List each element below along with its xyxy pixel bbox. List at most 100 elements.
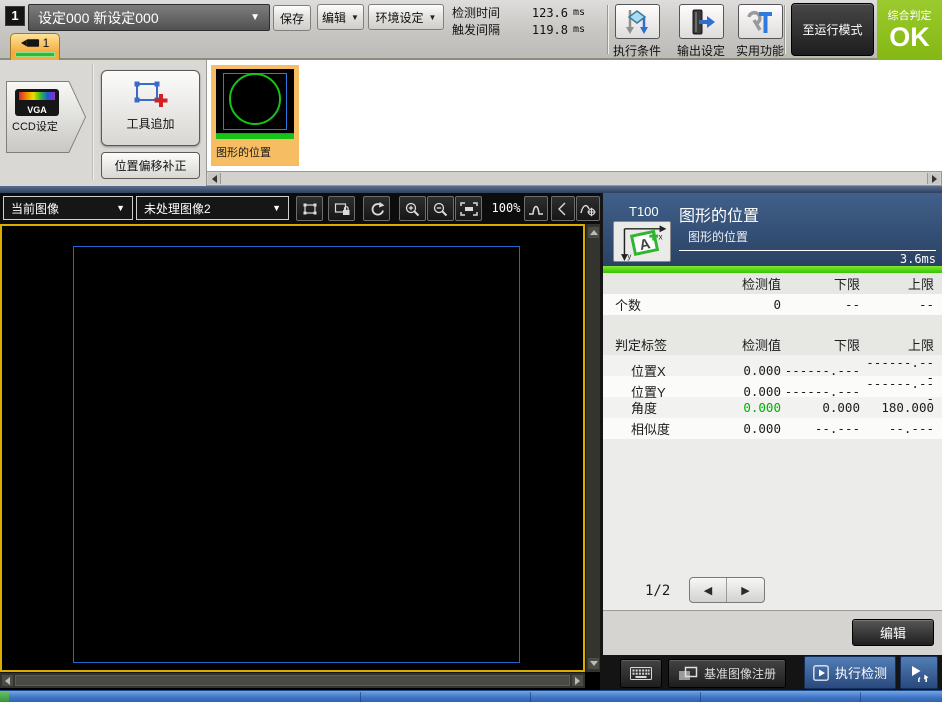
count-low: --: [781, 297, 860, 312]
utility-button[interactable]: 实用功能: [729, 4, 791, 59]
output-settings-label: 输出设定: [670, 42, 732, 59]
table-header-row: 检测值 下限 上限: [603, 273, 942, 294]
scroll-up-button[interactable]: [588, 227, 599, 238]
add-tool-button[interactable]: 工具追加: [101, 70, 200, 146]
horizontal-scrollbar[interactable]: [0, 672, 585, 688]
section-divider-bar: [0, 186, 942, 193]
profile-display-button[interactable]: [524, 196, 548, 221]
bottom-action-bar: 基准图像注册 执行检测: [600, 655, 942, 690]
scroll-down-button[interactable]: [588, 658, 599, 669]
row-high: 180.000: [860, 400, 934, 415]
trigger-interval-label: 触发间隔: [452, 21, 516, 38]
header-cell-high: 上限: [860, 335, 934, 354]
camera-icon: [21, 38, 40, 48]
vertical-scrollbar[interactable]: [585, 224, 600, 672]
right-arrow-icon: ▶: [741, 584, 749, 597]
zoom-in-icon: [404, 201, 422, 217]
judgement-header-row: 判定标签 检测值 下限 上限: [603, 334, 942, 355]
run-detection-button[interactable]: 执行检测: [804, 656, 896, 689]
camera-tab-1[interactable]: 1: [10, 33, 60, 60]
image-type-dropdown[interactable]: 未处理图像2 ▼: [136, 196, 289, 220]
row-value: 0.000: [695, 400, 781, 415]
table-row-similarity: 相似度 0.000 --.--- --.---: [603, 418, 942, 439]
image-source-dropdown[interactable]: 当前图像 ▼: [3, 196, 133, 220]
environment-menu-button[interactable]: 环境设定 ▼: [368, 4, 444, 30]
row-value: 0.000: [695, 384, 781, 399]
taskbar-green-corner: [0, 691, 9, 702]
header-cell-high: 上限: [860, 274, 934, 293]
row-value: 0.000: [695, 363, 781, 378]
output-device-icon: [686, 7, 716, 37]
scroll-left-button[interactable]: [208, 173, 221, 184]
exec-condition-label: 执行条件: [606, 42, 668, 59]
previous-page-button[interactable]: ◀: [690, 578, 727, 602]
exec-condition-button[interactable]: 执行条件: [606, 4, 668, 59]
utility-icon-box: [738, 4, 783, 39]
edit-tool-button[interactable]: 编辑: [852, 619, 934, 646]
software-keyboard-button[interactable]: [620, 659, 662, 688]
header-cell-label: 判定标签: [603, 335, 695, 354]
save-button[interactable]: 保存: [273, 5, 311, 31]
thumbnail-status-bar: [216, 134, 294, 139]
chevron-down-icon: ▼: [116, 203, 125, 213]
output-settings-button[interactable]: 输出设定: [670, 4, 732, 59]
judgement-label: 综合判定: [877, 7, 942, 23]
scroll-left-button[interactable]: [2, 675, 13, 686]
tool-thumbnail-pattern-position[interactable]: 图形的位置: [211, 65, 299, 166]
processing-time: 3.6ms: [900, 252, 936, 266]
image-source-value: 当前图像: [11, 200, 116, 217]
position-offset-button[interactable]: 位置偏移补正: [101, 152, 200, 179]
ccd-settings-face: VGA CCD设定: [7, 82, 85, 152]
scrollbar-thumb[interactable]: [15, 675, 570, 686]
right-arrow-icon: [932, 175, 937, 183]
chevron-down-icon: ▼: [429, 13, 437, 22]
ccd-settings-button[interactable]: VGA CCD设定: [6, 81, 86, 153]
result-panel: T100 x y A 图形的位置 图形的位置: [603, 193, 942, 655]
utility-label: 实用功能: [729, 42, 791, 59]
region-adjust-button[interactable]: [296, 196, 323, 221]
zoom-out-button[interactable]: [427, 196, 454, 221]
row-high: --.---: [860, 421, 934, 436]
run-mode-button[interactable]: 至运行模式: [791, 3, 874, 56]
camera-tab-label: 1: [43, 36, 50, 50]
scroll-right-button[interactable]: [927, 173, 940, 184]
tool-id: T100: [629, 204, 659, 219]
thumbnail-detected-circle: [229, 73, 281, 125]
ccd-settings-label: CCD设定: [7, 118, 85, 134]
tool-strip: VGA CCD设定 工具追加 位置偏移补正: [0, 60, 942, 186]
title-bar: 1 设定000 新设定000 ▼ 保存 编辑 ▼ 环境设定 ▼ 检测时间 123…: [0, 0, 942, 60]
edit-menu-button[interactable]: 编辑 ▼: [317, 4, 364, 30]
fit-to-screen-button[interactable]: [455, 196, 482, 221]
angle-display-button[interactable]: [551, 196, 575, 221]
thumbnail-scrollbar[interactable]: [206, 171, 942, 186]
image-canvas[interactable]: [0, 224, 585, 672]
register-reference-image-button[interactable]: 基准图像注册: [668, 659, 786, 688]
row-value: 0.000: [695, 421, 781, 436]
tool-subtitle: 图形的位置: [688, 228, 748, 245]
zoom-in-button[interactable]: [399, 196, 426, 221]
next-page-button[interactable]: ▶: [727, 578, 764, 602]
display-settings-button[interactable]: [576, 196, 600, 221]
count-value: 0: [695, 297, 781, 312]
taskbar-strip: [0, 690, 942, 702]
up-arrow-icon: [590, 230, 598, 235]
setting-selector-dropdown[interactable]: 设定000 新设定000 ▼: [28, 4, 270, 31]
image-viewer-toolbar: 当前图像 ▼ 未处理图像2 ▼: [0, 193, 600, 224]
zoom-out-icon: [432, 201, 450, 217]
header-cell-low: 下限: [781, 274, 860, 293]
detect-time-unit: ms: [573, 7, 585, 18]
taskbar-segment-divider: [530, 692, 531, 702]
svg-text:x: x: [659, 233, 663, 242]
scroll-right-button[interactable]: [572, 675, 583, 686]
detect-time-value: 123.6: [516, 6, 568, 20]
left-arrow-icon: ◀: [704, 584, 712, 597]
pattern-position-icon: x y A: [616, 222, 668, 261]
table-row-angle: 角度 0.000 0.000 180.000: [603, 397, 942, 418]
region-lock-button[interactable]: [328, 196, 355, 221]
refresh-button[interactable]: [363, 196, 390, 221]
down-arrow-icon: [590, 661, 598, 666]
register-reference-label: 基准图像注册: [704, 665, 776, 682]
continuous-run-button[interactable]: [900, 656, 938, 689]
trigger-interval-value: 119.8: [516, 23, 568, 37]
wrench-tools-icon: [745, 7, 775, 37]
